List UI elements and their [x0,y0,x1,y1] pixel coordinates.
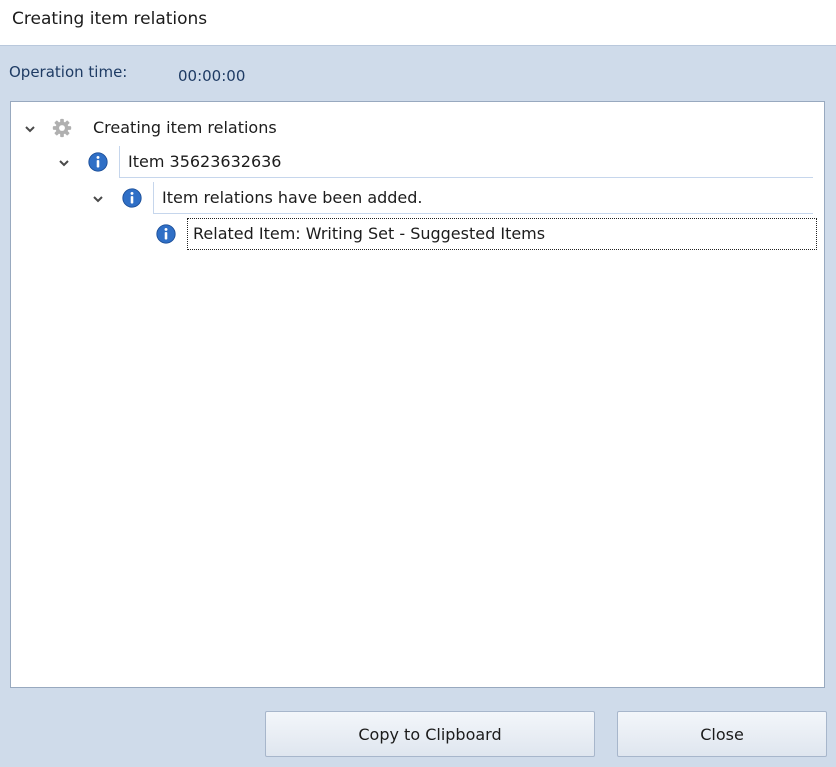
chevron-down-icon[interactable] [57,156,71,170]
info-icon [88,152,108,172]
operation-time-label: Operation time: [9,63,128,81]
tree-node-label: Related Item: Writing Set - Suggested It… [187,218,817,250]
tree-node-item[interactable]: Item 35623632636 [57,146,813,178]
operation-log-tree[interactable]: Creating item relations Item 35623632636… [10,101,825,688]
tree-node-label: Item relations have been added. [153,182,813,214]
copy-to-clipboard-button[interactable]: Copy to Clipboard [265,711,595,757]
title-bar: Creating item relations [0,0,836,46]
tree-node-relations-added[interactable]: Item relations have been added. [91,182,813,214]
chevron-down-icon[interactable] [23,122,37,136]
info-icon [122,188,142,208]
window-title: Creating item relations [12,9,208,29]
tree-node-creating-item-relations[interactable]: Creating item relations [23,112,813,144]
close-button[interactable]: Close [617,711,827,757]
tree-node-related-item[interactable]: Related Item: Writing Set - Suggested It… [155,218,823,250]
info-icon [156,224,176,244]
tree-node-label: Creating item relations [93,118,277,137]
chevron-down-icon[interactable] [91,192,105,206]
operation-time-value: 00:00:00 [178,67,246,85]
tree-node-label: Item 35623632636 [119,146,813,178]
gear-icon [52,118,72,138]
